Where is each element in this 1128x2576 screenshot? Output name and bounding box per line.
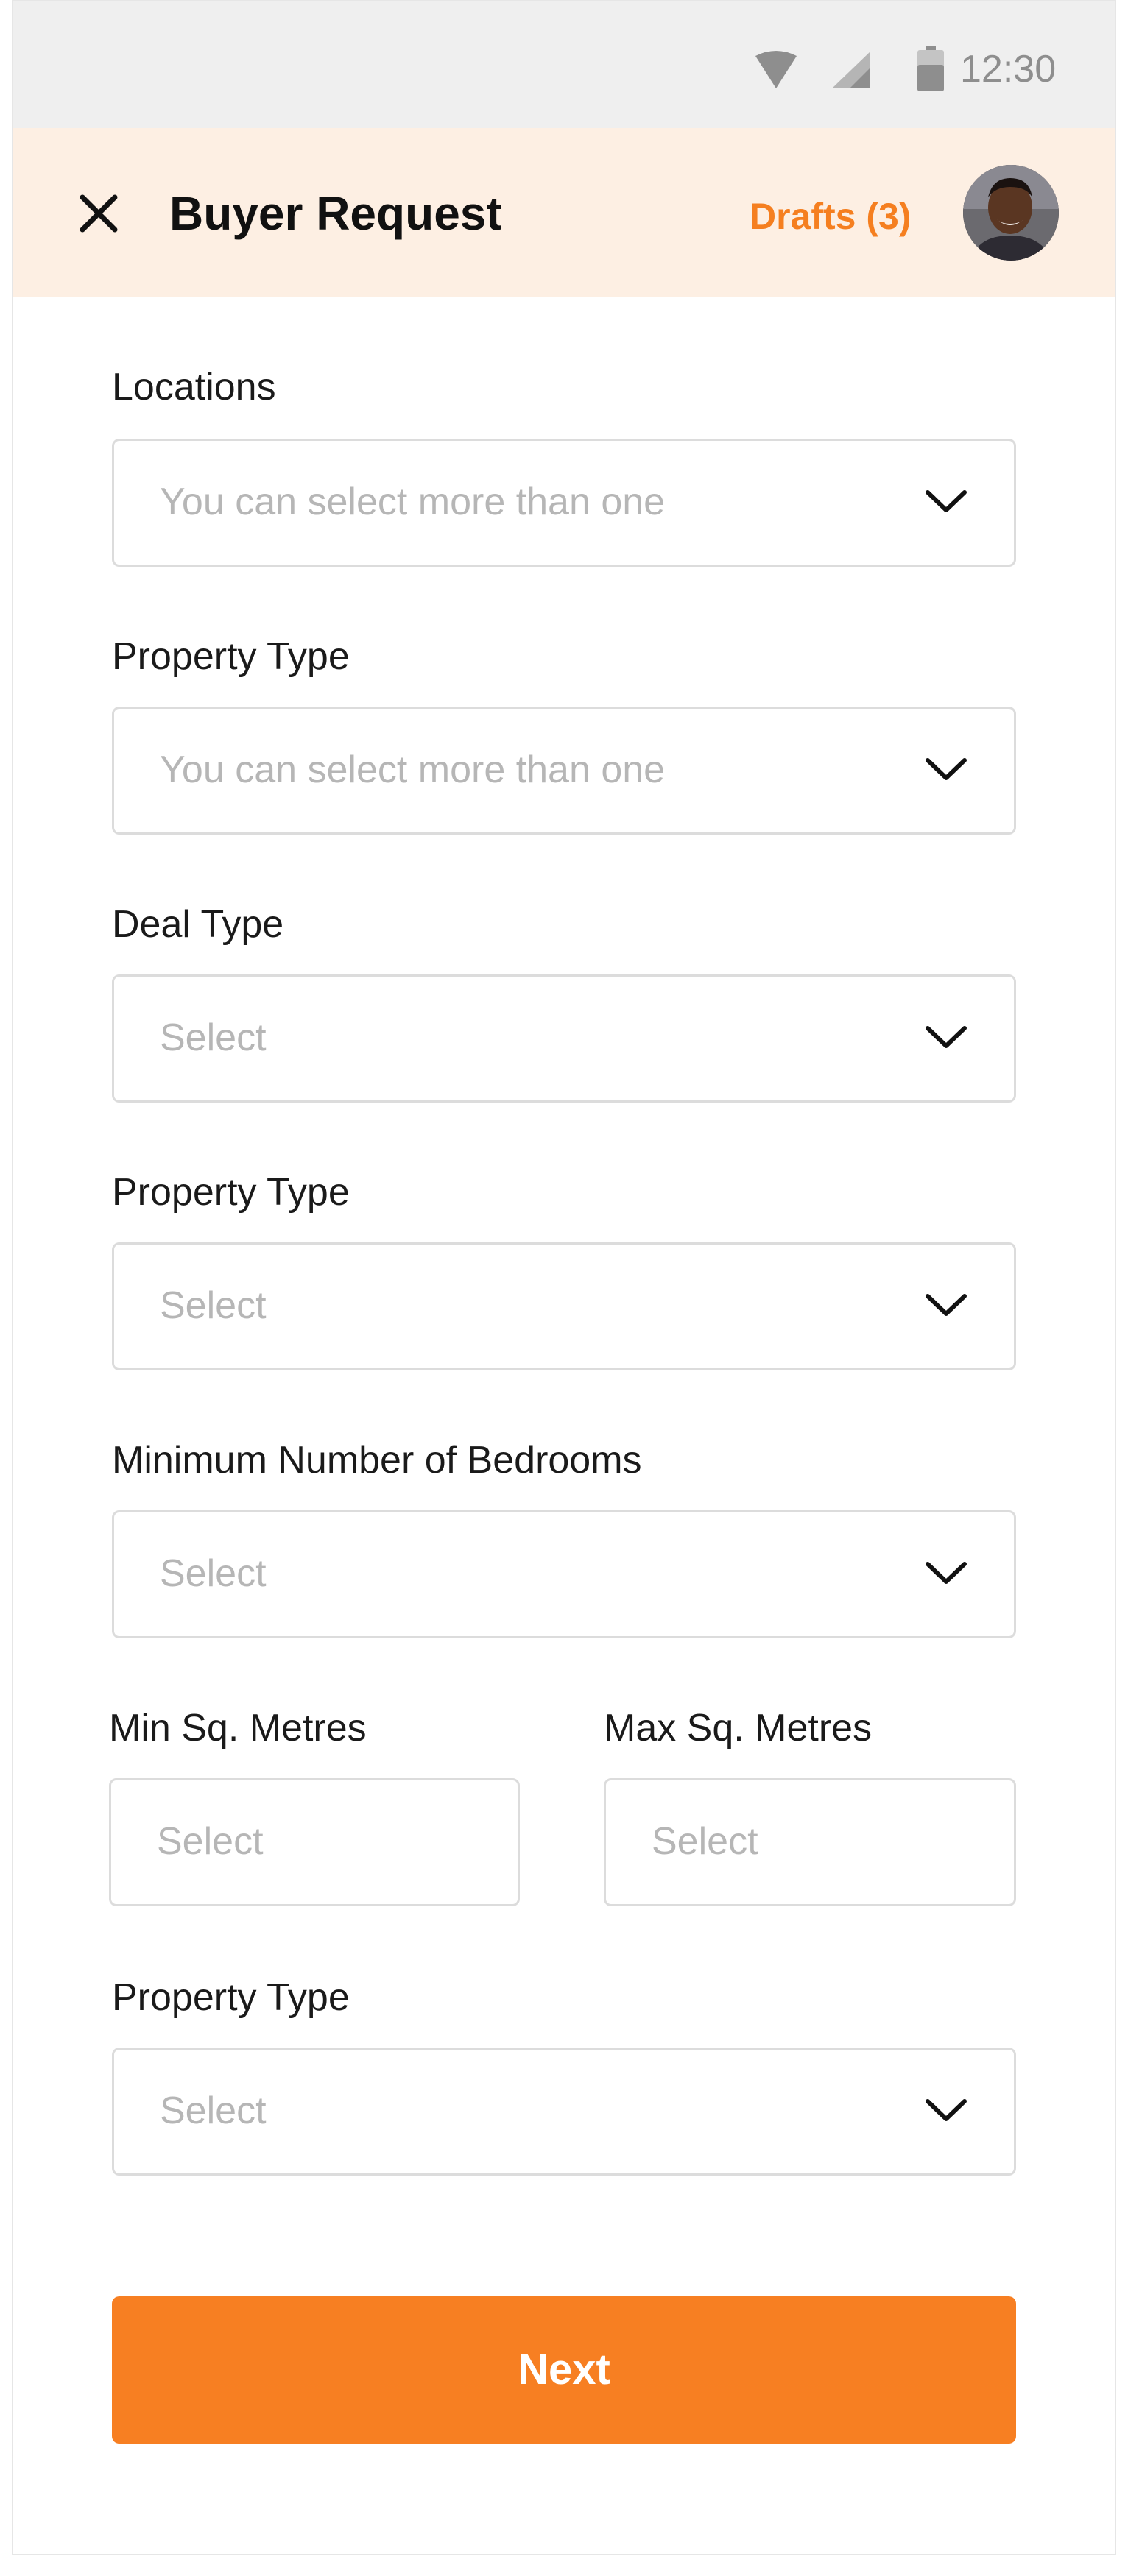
chevron-down-icon [926,1562,967,1584]
property-type-label: Property Type [112,1171,350,1214]
locations-placeholder: You can select more than one [160,481,666,523]
chevron-down-icon [926,490,967,512]
chevron-down-icon [926,1026,967,1048]
avatar-image [963,165,1059,261]
drafts-link[interactable]: Drafts (3) [750,194,911,238]
min-bedrooms-select[interactable]: Select [112,1510,1016,1638]
app-frame: 12:30 Buyer Request Drafts (3) Locations… [12,0,1116,2555]
min-bedrooms-placeholder: Select [160,1552,267,1595]
signal-icon [832,52,870,88]
status-time: 12:30 [960,48,1057,91]
wifi-icon [755,51,797,88]
deal-type-select[interactable]: Select [112,974,1016,1103]
property-type-select[interactable]: You can select more than one [112,707,1016,835]
min-sqm-placeholder: Select [157,1820,264,1863]
max-sqm-placeholder: Select [652,1820,758,1863]
locations-select[interactable]: You can select more than one [112,439,1016,567]
close-icon[interactable] [75,190,122,237]
property-type-label: Property Type [112,1976,350,2019]
status-bar: 12:30 [13,1,1115,128]
battery-icon [917,46,944,91]
property-type-placeholder: Select [160,2090,267,2132]
deal-type-label: Deal Type [112,903,284,946]
max-sqm-label: Max Sq. Metres [604,1707,873,1749]
avatar[interactable] [963,165,1059,261]
chevron-down-icon [926,758,967,780]
property-type-select[interactable]: Select [112,1242,1016,1370]
property-type-placeholder: You can select more than one [160,749,666,791]
min-sqm-label: Min Sq. Metres [109,1707,367,1749]
property-type-placeholder: Select [160,1284,267,1327]
min-bedrooms-label: Minimum Number of Bedrooms [112,1439,642,1482]
property-type-label: Property Type [112,635,350,678]
locations-label: Locations [112,366,276,408]
property-type-select[interactable]: Select [112,2048,1016,2176]
chevron-down-icon [926,1294,967,1316]
deal-type-placeholder: Select [160,1016,267,1059]
max-sqm-input[interactable]: Select [604,1778,1016,1906]
app-header: Buyer Request Drafts (3) [13,128,1115,297]
page-title: Buyer Request [169,187,502,240]
min-sqm-input[interactable]: Select [109,1778,520,1906]
next-button[interactable]: Next [112,2296,1016,2444]
chevron-down-icon [926,2099,967,2121]
